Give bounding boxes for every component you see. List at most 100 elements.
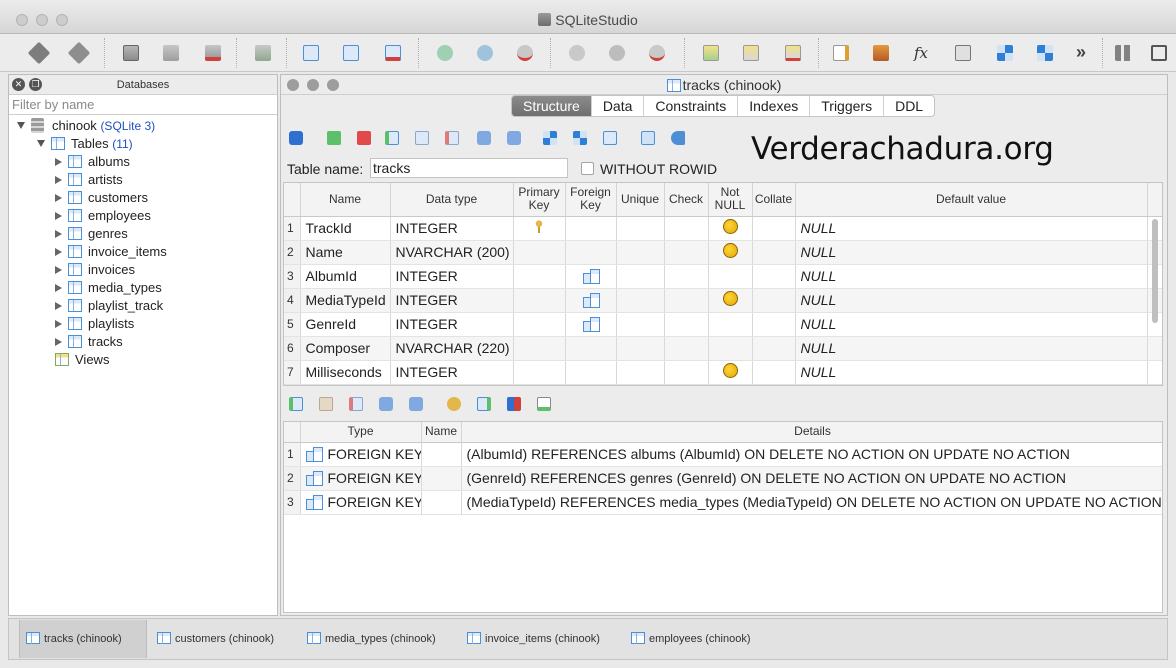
edit-table-icon[interactable]	[340, 42, 362, 64]
connect-icon[interactable]	[27, 41, 51, 65]
float-panel-icon[interactable]: ❐	[29, 78, 42, 91]
table-name-input[interactable]: tracks	[370, 158, 568, 178]
expand-table-icon[interactable]	[55, 284, 62, 292]
pk-cell[interactable]	[513, 216, 566, 241]
check-cell[interactable]	[664, 264, 709, 289]
column-name[interactable]: TrackId	[300, 216, 391, 241]
window-tab-invoice-items[interactable]: invoice_items (chinook)	[467, 620, 600, 658]
remove-database-icon[interactable]	[202, 42, 224, 64]
con-header-details[interactable]: Details	[461, 422, 1162, 443]
tab-constraints[interactable]: Constraints	[644, 96, 739, 116]
col-header-check[interactable]: Check	[664, 183, 709, 217]
tree-views-node[interactable]: Views	[55, 351, 109, 369]
constraint-row[interactable]: 3 FOREIGN KEY (MediaTypeId) REFERENCES med…	[284, 490, 1162, 515]
column-type[interactable]: INTEGER	[390, 264, 514, 289]
collations-icon[interactable]	[952, 42, 974, 64]
col-header-unique[interactable]: Unique	[616, 183, 665, 217]
collate-cell[interactable]	[752, 360, 796, 385]
default-value[interactable]: NULL	[795, 336, 1148, 361]
collate-cell[interactable]	[752, 240, 796, 265]
window-tab-media-types[interactable]: media_types (chinook)	[307, 620, 436, 658]
tab-triggers[interactable]: Triggers	[810, 96, 885, 116]
edit-database-icon[interactable]	[160, 42, 182, 64]
column-name[interactable]: Composer	[300, 336, 391, 361]
column-name[interactable]: Milliseconds	[300, 360, 391, 385]
constraint-details[interactable]: (GenreId) REFERENCES genres (GenreId) ON…	[461, 466, 1162, 491]
without-rowid-checkbox[interactable]	[581, 162, 594, 175]
functions-icon[interactable]: fx	[910, 42, 932, 64]
col-header-collate[interactable]: Collate	[752, 183, 796, 217]
open-icon[interactable]	[870, 42, 892, 64]
collate-cell[interactable]	[752, 264, 796, 289]
check-cell[interactable]	[664, 216, 709, 241]
col-header-type[interactable]: Data type	[390, 183, 514, 217]
tab-ddl[interactable]: DDL	[884, 96, 934, 116]
default-value[interactable]: NULL	[795, 216, 1148, 241]
create-index-icon[interactable]	[434, 42, 456, 64]
notnull-cell[interactable]	[708, 288, 753, 313]
table-constraints-icon[interactable]	[571, 129, 589, 147]
window-tab-tracks[interactable]: tracks (chinook)	[19, 620, 147, 658]
constraint-name[interactable]	[421, 466, 462, 491]
fk-cell[interactable]	[565, 336, 617, 361]
drop-view-icon[interactable]	[782, 42, 804, 64]
edit-column-icon[interactable]	[413, 129, 431, 147]
constraint-type[interactable]: FOREIGN KEY	[300, 466, 422, 491]
constraint-name[interactable]	[421, 490, 462, 515]
column-type[interactable]: NVARCHAR (200)	[390, 240, 514, 265]
col-header-notnull[interactable]: Not NULL	[708, 183, 753, 217]
add-pk-icon[interactable]	[445, 395, 463, 413]
fk-cell[interactable]	[565, 216, 617, 241]
tree-table-item[interactable]: genres	[55, 225, 128, 243]
expand-table-icon[interactable]	[55, 338, 62, 346]
column-name[interactable]: Name	[300, 240, 391, 265]
fk-cell[interactable]	[565, 264, 617, 289]
constraint-name[interactable]	[421, 442, 462, 467]
unique-cell[interactable]	[616, 288, 665, 313]
create-table-icon[interactable]	[300, 42, 322, 64]
column-row[interactable]: 4 MediaTypeId INTEGER NULL	[284, 288, 1162, 313]
tree-table-item[interactable]: invoice_items	[55, 243, 167, 261]
delete-column-icon[interactable]	[443, 129, 461, 147]
col-header-name[interactable]: Name	[300, 183, 391, 217]
default-value[interactable]: NULL	[795, 288, 1148, 313]
check-cell[interactable]	[664, 240, 709, 265]
col-header-pk[interactable]: Primary Key	[513, 183, 566, 217]
fk-cell[interactable]	[565, 240, 617, 265]
tree-tables-node[interactable]: Tables (11)	[37, 135, 133, 153]
edit-trigger-icon[interactable]	[606, 42, 628, 64]
collate-cell[interactable]	[752, 288, 796, 313]
pk-cell[interactable]	[513, 288, 566, 313]
unique-cell[interactable]	[616, 216, 665, 241]
expand-table-icon[interactable]	[55, 194, 62, 202]
expand-table-icon[interactable]	[55, 158, 62, 166]
editor-close-button[interactable]	[287, 79, 299, 91]
notnull-cell[interactable]	[708, 264, 753, 289]
default-value[interactable]: NULL	[795, 312, 1148, 337]
import-icon[interactable]	[252, 42, 274, 64]
drop-table-icon[interactable]	[382, 42, 404, 64]
constraint-down-icon[interactable]	[407, 395, 425, 413]
notnull-cell[interactable]	[708, 336, 753, 361]
create-trigger-icon[interactable]	[566, 42, 588, 64]
editor-maximize-button[interactable]	[327, 79, 339, 91]
tab-structure[interactable]: Structure	[512, 96, 592, 116]
tree-table-item[interactable]: tracks	[55, 333, 123, 351]
refresh-icon[interactable]	[287, 129, 305, 147]
col-header-default[interactable]: Default value	[795, 183, 1148, 217]
grid-icon[interactable]	[1112, 42, 1134, 64]
constraint-type[interactable]: FOREIGN KEY	[300, 442, 422, 467]
edit-table-constraint-icon[interactable]	[317, 395, 335, 413]
add-unique-icon[interactable]	[505, 395, 523, 413]
default-value[interactable]: NULL	[795, 264, 1148, 289]
column-name[interactable]: MediaTypeId	[300, 288, 391, 313]
add-table-constraint-icon[interactable]	[287, 395, 305, 413]
expand-db-icon[interactable]	[17, 122, 25, 129]
check-cell[interactable]	[664, 312, 709, 337]
expand-table-icon[interactable]	[55, 212, 62, 220]
commit-icon[interactable]	[325, 129, 343, 147]
add-check-icon[interactable]	[535, 395, 553, 413]
undo-icon[interactable]	[669, 129, 687, 147]
unique-cell[interactable]	[616, 312, 665, 337]
tile-icon[interactable]	[994, 42, 1016, 64]
